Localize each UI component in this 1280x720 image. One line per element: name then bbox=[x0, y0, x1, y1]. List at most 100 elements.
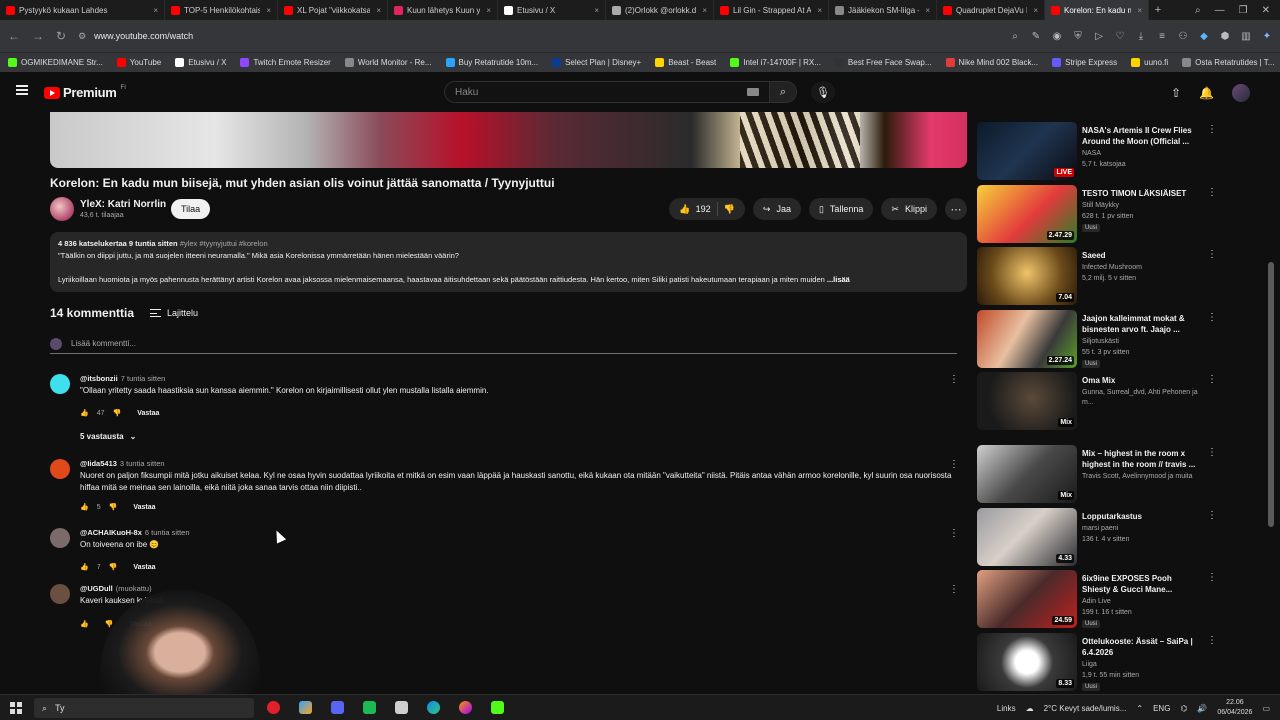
browser-tab[interactable]: Lil Gin - Strapped At All T × bbox=[714, 0, 829, 20]
hashtags[interactable]: #ylex #tyynyjuttui #korelon bbox=[180, 239, 268, 248]
account-avatar[interactable] bbox=[1232, 84, 1250, 102]
subscribe-button[interactable]: Tilaa bbox=[171, 199, 211, 219]
bookmark-item[interactable]: OGMIKEDIMANE Str... bbox=[8, 58, 103, 67]
comment-time[interactable]: 6 tuntia sitten bbox=[145, 528, 190, 537]
site-info-icon[interactable]: ⚙ bbox=[78, 31, 86, 42]
related-video-title[interactable]: Jaajon kalleimmat mokat & bisnesten arvo… bbox=[1082, 313, 1202, 335]
volume-icon[interactable]: 🔊 bbox=[1197, 704, 1207, 713]
taskbar-search[interactable]: ⌕ Ty bbox=[34, 698, 254, 718]
related-video-title[interactable]: TESTO TIMON LÄKSIÄISET bbox=[1082, 188, 1202, 199]
channel-name[interactable]: YleX: Katri Norrlin bbox=[80, 199, 166, 210]
maximize-icon[interactable]: ❐ bbox=[1239, 5, 1248, 16]
related-video-title[interactable]: NASA's Artemis II Crew Flies Around the … bbox=[1082, 125, 1202, 147]
commenter-avatar[interactable] bbox=[50, 584, 70, 604]
more-vert-icon[interactable]: ⋮ bbox=[1207, 249, 1217, 260]
thumbs-up-icon[interactable]: 👍 bbox=[80, 620, 89, 628]
hamburger-menu-icon[interactable] bbox=[16, 85, 28, 95]
weather-text[interactable]: 2°C Kevyt sade/lumis... bbox=[1044, 704, 1127, 713]
browser-tab[interactable]: XL Pojat "viikkokatsaus" × bbox=[278, 0, 388, 20]
bookmark-item[interactable]: Etusivu / X bbox=[175, 58, 226, 67]
kick-app-icon[interactable] bbox=[486, 698, 508, 718]
thumbs-up-icon[interactable]: 👍 bbox=[80, 563, 89, 571]
edge-app-icon[interactable] bbox=[422, 698, 444, 718]
browser-tab[interactable]: Pystyykö kukaan Lahdes × bbox=[0, 0, 165, 20]
thumbs-up-icon[interactable]: 👍 bbox=[80, 503, 89, 511]
more-vert-icon[interactable]: ⋮ bbox=[1207, 124, 1217, 135]
related-video-channel[interactable]: Infected Mushroom bbox=[1082, 263, 1207, 273]
new-tab-icon[interactable]: + bbox=[1149, 4, 1167, 16]
related-video-item[interactable]: 24.59 6ix9ine EXPOSES Pooh Shiesty & Gucc… bbox=[977, 570, 1267, 630]
related-video-item[interactable]: Mix Mix – highest in the room x highest i… bbox=[977, 445, 1267, 505]
comment-more-icon[interactable]: ⋮ bbox=[949, 374, 959, 385]
video-thumbnail[interactable]: Mix bbox=[977, 372, 1077, 430]
bookmark-item[interactable]: Select Plan | Disney+ bbox=[552, 58, 641, 67]
related-video-item[interactable]: Mix Oma Mix Gunna, Surreal_dvd, Ahti Pehon… bbox=[977, 372, 1267, 432]
youtube-premium-logo[interactable]: Premium FI bbox=[44, 85, 126, 100]
description-box[interactable]: 4 836 katselukertaa 9 tuntia sitten #yle… bbox=[50, 232, 967, 292]
notifications-icon[interactable]: ▭ bbox=[1262, 704, 1270, 713]
close-tab-icon[interactable]: × bbox=[486, 6, 491, 15]
opera-app-icon[interactable] bbox=[262, 698, 284, 718]
close-window-icon[interactable]: ✕ bbox=[1262, 5, 1270, 16]
related-video-channel[interactable]: Travis Scott, Avelinnymood ja muita bbox=[1082, 472, 1207, 482]
bookmark-item[interactable]: World Monitor - Re... bbox=[344, 58, 432, 67]
commenter-avatar[interactable] bbox=[50, 459, 70, 479]
thumbs-up-icon[interactable]: 👍 bbox=[80, 409, 89, 417]
comment-time[interactable]: 3 tuntia sitten bbox=[120, 459, 165, 468]
related-video-channel[interactable]: NASA bbox=[1082, 149, 1207, 159]
shield-app-icon[interactable] bbox=[390, 698, 412, 718]
comment-more-icon[interactable]: ⋮ bbox=[949, 459, 959, 470]
bookmark-item[interactable]: Buy Retatrutide 10m... bbox=[445, 58, 538, 67]
links-toolbar[interactable]: Links bbox=[997, 704, 1016, 713]
comment-author[interactable]: @itsbonzii bbox=[80, 374, 118, 383]
bookmark-item[interactable]: Nike Mind 002 Black... bbox=[945, 58, 1038, 67]
clock[interactable]: 22.06 06/04/2026 bbox=[1217, 698, 1252, 718]
comment-time[interactable]: 7 tuntia sitten bbox=[121, 374, 166, 383]
channel-avatar[interactable] bbox=[50, 197, 74, 221]
related-video-channel[interactable]: Still Mäykky bbox=[1082, 201, 1207, 211]
browser-tab[interactable]: Quadruplet DejaVu Prani × bbox=[937, 0, 1045, 20]
commenter-avatar[interactable] bbox=[50, 528, 70, 548]
close-tab-icon[interactable]: × bbox=[153, 6, 158, 15]
page-scrollbar[interactable] bbox=[1268, 262, 1274, 527]
related-video-title[interactable]: Oma Mix bbox=[1082, 375, 1202, 386]
bookmark-item[interactable]: Beast - Beast bbox=[655, 58, 716, 67]
paint-app-icon[interactable] bbox=[294, 698, 316, 718]
video-thumbnail[interactable]: 24.59 bbox=[977, 570, 1077, 628]
video-thumbnail[interactable]: 2.47.29 bbox=[977, 185, 1077, 243]
forward-icon[interactable]: → bbox=[32, 29, 44, 43]
add-comment-field[interactable]: Lisää kommentti... bbox=[50, 336, 957, 354]
related-video-title[interactable]: Ottelukooste: Ässät – SaiPa | 6.4.2026 bbox=[1082, 636, 1202, 658]
show-more-link[interactable]: ...lisää bbox=[827, 275, 850, 284]
comment-more-icon[interactable]: ⋮ bbox=[949, 584, 959, 595]
video-thumbnail[interactable]: Mix bbox=[977, 445, 1077, 503]
related-video-channel[interactable]: Siljotuskästi bbox=[1082, 337, 1207, 347]
related-video-title[interactable]: Lopputarkastus bbox=[1082, 511, 1202, 522]
bell-icon[interactable]: 🔔 bbox=[1199, 86, 1214, 100]
search-button[interactable]: ⌕ bbox=[769, 81, 797, 103]
close-tab-icon[interactable]: × bbox=[376, 6, 381, 15]
more-vert-icon[interactable]: ⋮ bbox=[1207, 187, 1217, 198]
bookmark-item[interactable]: Osta Retatrutides | T... bbox=[1182, 58, 1274, 67]
bookmark-item[interactable]: Stripe Express bbox=[1052, 58, 1117, 67]
save-button[interactable]: ▯ Tallenna bbox=[808, 198, 874, 220]
close-tab-icon[interactable]: × bbox=[702, 6, 707, 15]
thumbs-down-icon[interactable]: 👎 bbox=[109, 563, 118, 571]
sort-button[interactable]: Lajittelu bbox=[150, 308, 198, 318]
browser-tab[interactable]: TOP-5 Henkilökohtaiset × bbox=[165, 0, 278, 20]
related-video-item[interactable]: LIVE NASA's Artemis II Crew Flies Around … bbox=[977, 122, 1267, 182]
profile-icon[interactable]: ⚇ bbox=[1178, 31, 1188, 42]
comment-author[interactable]: @Iida5413 bbox=[80, 459, 117, 468]
reply-button[interactable]: Vastaa bbox=[133, 564, 155, 571]
reply-button[interactable]: Vastaa bbox=[133, 504, 155, 511]
url-field[interactable]: ⚙ www.youtube.com/watch bbox=[78, 25, 998, 47]
related-video-item[interactable]: 2.47.29 TESTO TIMON LÄKSIÄISET Still Mäykk… bbox=[977, 185, 1267, 245]
related-video-title[interactable]: Saeed bbox=[1082, 250, 1202, 261]
clip-button[interactable]: ✂ Klippi bbox=[881, 198, 937, 220]
related-video-channel[interactable]: Adin Live bbox=[1082, 597, 1207, 607]
related-video-title[interactable]: 6ix9ine EXPOSES Pooh Shiesty & Gucci Man… bbox=[1082, 573, 1202, 595]
browser-tab[interactable]: Korelon: En kadu mun × bbox=[1045, 0, 1149, 20]
close-tab-icon[interactable]: × bbox=[817, 6, 822, 15]
edit-icon[interactable]: ✎ bbox=[1031, 31, 1041, 42]
comment-author[interactable]: @UGDull bbox=[80, 584, 113, 593]
